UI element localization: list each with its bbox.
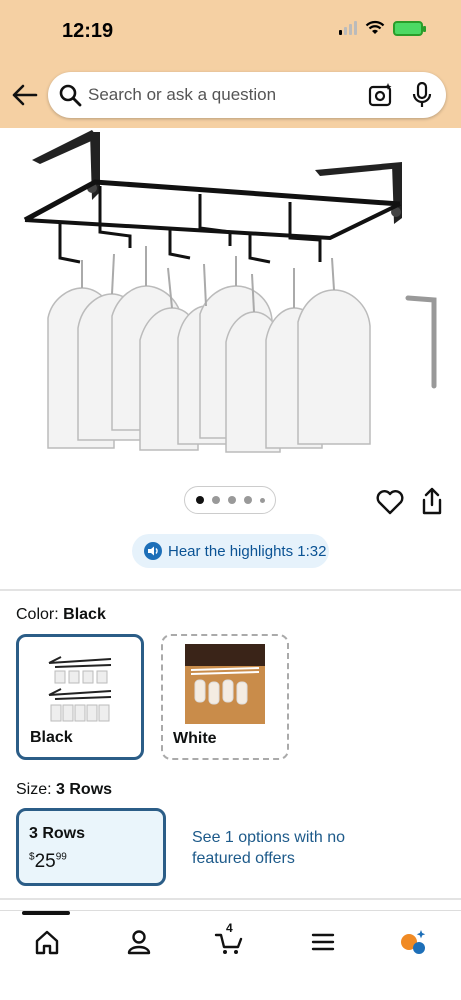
wifi-icon bbox=[365, 20, 385, 34]
battery-icon bbox=[393, 20, 426, 36]
status-bar: 12:19 bbox=[0, 0, 461, 62]
section-divider bbox=[0, 589, 461, 591]
rufus-assistant-icon[interactable] bbox=[398, 927, 428, 957]
white-rack-thumbnail bbox=[185, 644, 265, 724]
camera-search-icon[interactable] bbox=[368, 82, 394, 108]
color-option-black[interactable]: Black bbox=[16, 634, 144, 760]
size-option-3-rows[interactable]: 3 Rows $2599 bbox=[16, 808, 166, 886]
account-icon[interactable] bbox=[124, 927, 154, 957]
size-option-price: $2599 bbox=[29, 851, 67, 873]
size-selected-value: 3 Rows bbox=[56, 781, 113, 798]
color-option-label: Black bbox=[30, 729, 73, 746]
size-option-label: 3 Rows bbox=[29, 825, 86, 842]
home-icon[interactable] bbox=[32, 927, 62, 957]
image-carousel-dots[interactable] bbox=[184, 486, 276, 514]
section-divider bbox=[0, 898, 461, 900]
black-rack-thumbnail bbox=[48, 656, 112, 722]
menu-icon[interactable] bbox=[308, 927, 338, 957]
color-label: Color: Black bbox=[16, 606, 106, 624]
share-icon[interactable] bbox=[420, 487, 444, 515]
search-input[interactable]: Search or ask a question bbox=[88, 85, 276, 105]
price-fraction: 99 bbox=[55, 851, 67, 863]
size-label-text: Size: bbox=[16, 781, 52, 798]
price-whole: 25 bbox=[34, 851, 56, 872]
search-header: Search or ask a question bbox=[0, 62, 461, 128]
size-label: Size: 3 Rows bbox=[16, 781, 112, 799]
microphone-icon[interactable] bbox=[412, 82, 432, 108]
carousel-dot[interactable] bbox=[195, 496, 204, 504]
product-image[interactable] bbox=[0, 128, 461, 478]
search-icon bbox=[59, 84, 82, 107]
color-option-label: White bbox=[173, 730, 217, 747]
hear-highlights-label: Hear the highlights 1:32 bbox=[168, 542, 327, 560]
signal-icon bbox=[339, 21, 357, 35]
back-arrow-icon[interactable] bbox=[10, 82, 38, 108]
heart-icon[interactable] bbox=[376, 489, 404, 515]
status-icons bbox=[339, 20, 426, 36]
cart-count-badge: 4 bbox=[226, 921, 233, 935]
status-time: 12:19 bbox=[62, 20, 114, 42]
other-offers-link[interactable]: See 1 options with no featured offers bbox=[192, 827, 352, 869]
carousel-dot[interactable] bbox=[243, 496, 252, 504]
bottom-nav: 4 bbox=[0, 910, 461, 1000]
carousel-dot[interactable] bbox=[259, 497, 265, 503]
search-bar[interactable]: Search or ask a question bbox=[48, 72, 446, 118]
speaker-icon bbox=[144, 542, 162, 560]
carousel-dot[interactable] bbox=[227, 496, 236, 504]
hear-highlights-button[interactable]: Hear the highlights 1:32 bbox=[132, 534, 329, 568]
carousel-dot[interactable] bbox=[211, 496, 220, 504]
active-tab-indicator bbox=[22, 911, 70, 915]
color-label-text: Color: bbox=[16, 606, 59, 623]
color-selected-value: Black bbox=[63, 606, 106, 623]
color-option-white[interactable]: White bbox=[161, 634, 289, 760]
